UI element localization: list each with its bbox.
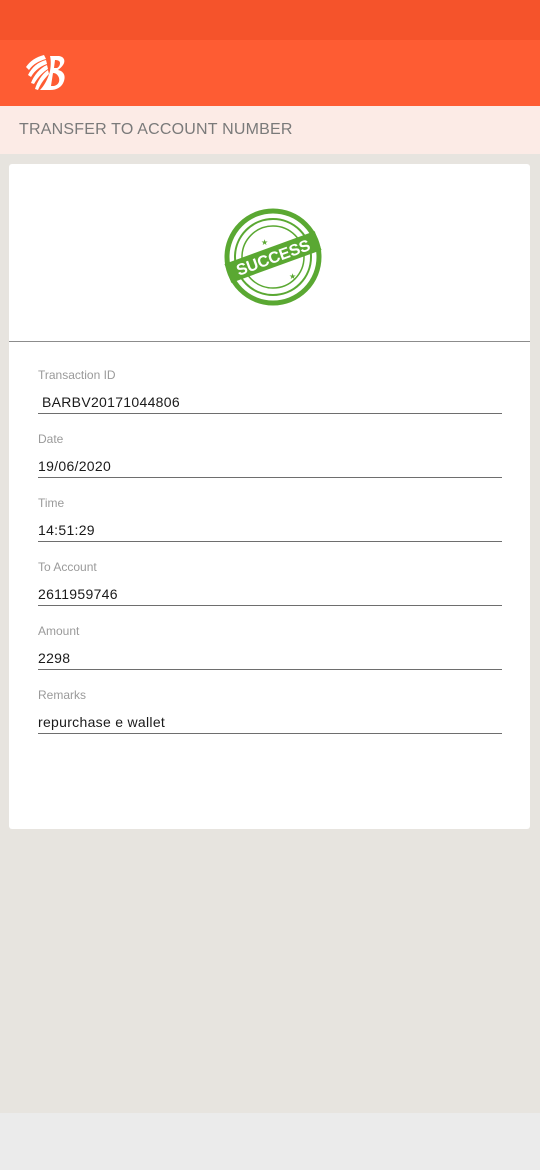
transaction-id-label: Transaction ID xyxy=(38,368,116,382)
to-account-field: To Account 2611959746 xyxy=(38,560,502,606)
to-account-label: To Account xyxy=(38,560,97,574)
bank-of-baroda-logo-icon[interactable] xyxy=(24,53,68,93)
status-bar xyxy=(0,0,540,40)
amount-label: Amount xyxy=(38,624,80,638)
navigation-bar xyxy=(0,1113,540,1170)
remarks-field: Remarks repurchase e wallet xyxy=(38,688,502,734)
amount-field: Amount 2298 xyxy=(38,624,502,670)
success-stamp-icon: ★ ★ SUCCESS xyxy=(224,208,322,306)
page-title: TRANSFER TO ACCOUNT NUMBER xyxy=(0,106,540,154)
to-account-value: 2611959746 xyxy=(38,580,502,606)
svg-text:★: ★ xyxy=(289,272,296,281)
transaction-id-field: Transaction ID BARBV20171044806 xyxy=(38,368,502,414)
transaction-receipt-card: ★ ★ SUCCESS Transaction ID BARBV20171044… xyxy=(9,164,530,829)
date-label: Date xyxy=(38,432,64,446)
stamp-text: SUCCESS xyxy=(234,237,313,280)
app-bar xyxy=(0,40,540,106)
svg-text:★: ★ xyxy=(261,238,268,247)
time-value: 14:51:29 xyxy=(38,516,502,542)
remarks-value: repurchase e wallet xyxy=(38,708,502,734)
time-field: Time 14:51:29 xyxy=(38,496,502,542)
date-value: 19/06/2020 xyxy=(38,452,502,478)
transaction-id-value: BARBV20171044806 xyxy=(38,388,502,414)
time-label: Time xyxy=(38,496,65,510)
remarks-label: Remarks xyxy=(38,688,87,702)
amount-value: 2298 xyxy=(38,644,502,670)
date-field: Date 19/06/2020 xyxy=(38,432,502,478)
stamp-section: ★ ★ SUCCESS xyxy=(9,164,530,342)
